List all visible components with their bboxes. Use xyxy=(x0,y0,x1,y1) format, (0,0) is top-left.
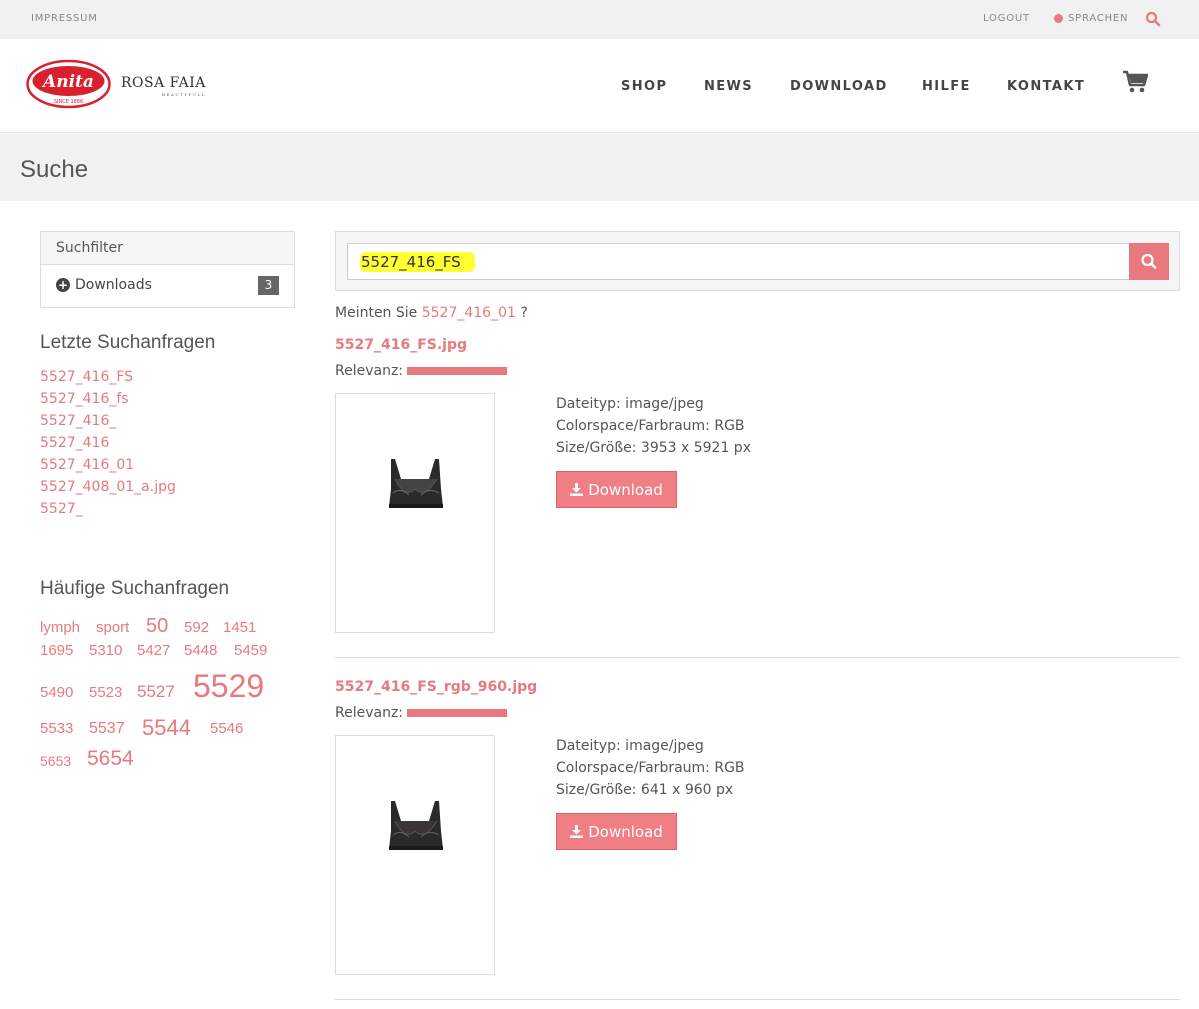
tag-link[interactable]: 5523 xyxy=(89,684,122,701)
search-input-value: 5527_416_FS xyxy=(361,253,461,271)
page-title-bar: Suche xyxy=(0,134,1199,201)
nav-news[interactable]: NEWS xyxy=(704,79,753,94)
filter-downloads[interactable]: + Downloads 3 xyxy=(41,265,294,307)
tag-link[interactable]: 5490 xyxy=(40,684,73,701)
download-label: Download xyxy=(588,822,663,841)
filter-heading: Suchfilter xyxy=(41,232,294,265)
cart-icon[interactable] xyxy=(1122,70,1148,94)
anita-logo[interactable]: Anita SINCE 1886 xyxy=(26,59,111,109)
relevance-label: Relevanz: xyxy=(335,705,404,721)
tag-link[interactable]: 5546 xyxy=(210,720,243,737)
languages-menu[interactable]: SPRACHEN xyxy=(1054,13,1128,24)
colorspace: Colorspace/Farbraum: RGB xyxy=(556,760,745,776)
filetype: Dateityp: image/jpeg xyxy=(556,396,704,412)
tag-link[interactable]: 5448 xyxy=(184,642,217,659)
brand-since: SINCE 1886 xyxy=(54,99,83,105)
recent-search-link[interactable]: 5527_ xyxy=(40,498,176,520)
result-title-link[interactable]: 5527_416_FS.jpg xyxy=(335,337,467,353)
brand-primary: Anita xyxy=(41,72,94,92)
did-you-mean-link[interactable]: 5527_416_01 xyxy=(422,305,516,321)
tag-link[interactable]: 5654 xyxy=(87,747,134,771)
download-label: Download xyxy=(588,480,663,499)
tag-link[interactable]: 5527 xyxy=(137,682,175,702)
tag-link[interactable]: 5427 xyxy=(137,642,170,659)
tag-link[interactable]: 50 xyxy=(146,615,168,638)
recent-search-link[interactable]: 5527_416_ xyxy=(40,410,176,432)
tag-link[interactable]: 5537 xyxy=(89,720,125,738)
recent-search-link[interactable]: 5527_416 xyxy=(40,432,176,454)
page-title: Suche xyxy=(20,156,89,183)
download-icon xyxy=(570,483,584,496)
result-divider xyxy=(335,999,1180,1000)
recent-search-link[interactable]: 5527_416_FS xyxy=(40,366,176,388)
download-icon xyxy=(570,825,584,838)
result-title-link[interactable]: 5527_416_FS_rgb_960.jpg xyxy=(335,679,537,695)
tag-link[interactable]: 1451 xyxy=(223,619,256,636)
result-meta: Dateityp: image/jpeg Colorspace/Farbraum… xyxy=(556,735,745,801)
search-button[interactable] xyxy=(1129,243,1169,280)
relevance-bar xyxy=(407,367,508,375)
nav-shop[interactable]: SHOP xyxy=(621,79,667,94)
tag-link[interactable]: sport xyxy=(96,619,129,636)
tag-link[interactable]: 5544 xyxy=(142,715,191,741)
filetype: Dateityp: image/jpeg xyxy=(556,738,704,754)
tag-link[interactable]: 5529 xyxy=(193,668,264,705)
tag-link[interactable]: 5459 xyxy=(234,642,267,659)
did-you-mean-prefix: Meinten Sie xyxy=(335,305,418,321)
search-bar: 5527_416_FS xyxy=(335,231,1180,291)
did-you-mean: Meinten Sie 5527_416_01 ? xyxy=(335,305,528,321)
frequent-searches-heading: Häufige Suchanfragen xyxy=(40,578,230,599)
nav-hilfe[interactable]: HILFE xyxy=(922,79,971,94)
bra-image xyxy=(389,801,443,850)
search-input[interactable]: 5527_416_FS xyxy=(347,243,1130,280)
brand-tagline: BEAUTYFULL xyxy=(162,92,206,97)
languages-label: SPRACHEN xyxy=(1068,13,1129,24)
site-header: Anita SINCE 1886 ROSA FAIA BEAUTYFULL SH… xyxy=(0,39,1199,133)
filter-count-badge: 3 xyxy=(258,276,279,295)
search-filter-panel: Suchfilter + Downloads 3 xyxy=(40,231,295,308)
tag-link[interactable]: 5533 xyxy=(40,720,73,737)
impressum-link[interactable]: IMPRESSUM xyxy=(31,13,98,24)
relevance-label: Relevanz: xyxy=(335,363,404,379)
recent-searches-heading: Letzte Suchanfragen xyxy=(40,332,216,353)
filter-downloads-label: Downloads xyxy=(75,277,152,293)
tag-link[interactable]: 592 xyxy=(184,619,209,636)
recent-search-link[interactable]: 5527_416_fs xyxy=(40,388,176,410)
recent-search-link[interactable]: 5527_416_01 xyxy=(40,454,176,476)
top-bar: IMPRESSUM LOGOUT SPRACHEN xyxy=(0,0,1199,39)
relevance-row: Relevanz: xyxy=(335,705,508,721)
recent-search-link[interactable]: 5527_408_01_a.jpg xyxy=(40,476,176,498)
nav-download[interactable]: DOWNLOAD xyxy=(790,79,888,94)
bra-image xyxy=(389,459,443,508)
plus-circle-icon: + xyxy=(56,278,70,292)
result-meta: Dateityp: image/jpeg Colorspace/Farbraum… xyxy=(556,393,751,459)
nav-kontakt[interactable]: KONTAKT xyxy=(1007,79,1085,94)
tag-link[interactable]: 5653 xyxy=(40,753,71,769)
result-thumbnail[interactable] xyxy=(335,735,495,975)
result-thumbnail[interactable] xyxy=(335,393,495,633)
relevance-bar xyxy=(407,709,508,717)
result-divider xyxy=(335,657,1180,658)
download-button[interactable]: Download xyxy=(556,471,677,508)
download-button[interactable]: Download xyxy=(556,813,677,850)
search-icon[interactable] xyxy=(1145,11,1161,27)
search-icon xyxy=(1141,253,1157,269)
brand-secondary: ROSA FAIA xyxy=(121,75,206,91)
tag-link[interactable]: 1695 xyxy=(40,642,73,659)
image-size: Size/Größe: 3953 x 5921 px xyxy=(556,440,751,456)
logout-link[interactable]: LOGOUT xyxy=(983,13,1030,24)
rosa-faia-logo[interactable]: ROSA FAIA BEAUTYFULL xyxy=(121,75,206,97)
colorspace: Colorspace/Farbraum: RGB xyxy=(556,418,745,434)
did-you-mean-suffix: ? xyxy=(520,305,528,321)
globe-icon xyxy=(1054,14,1063,23)
relevance-row: Relevanz: xyxy=(335,363,508,379)
tag-link[interactable]: lymph xyxy=(40,619,80,636)
recent-searches-list: 5527_416_FS 5527_416_fs 5527_416_ 5527_4… xyxy=(40,366,176,520)
image-size: Size/Größe: 641 x 960 px xyxy=(556,782,734,798)
tag-link[interactable]: 5310 xyxy=(89,642,122,659)
